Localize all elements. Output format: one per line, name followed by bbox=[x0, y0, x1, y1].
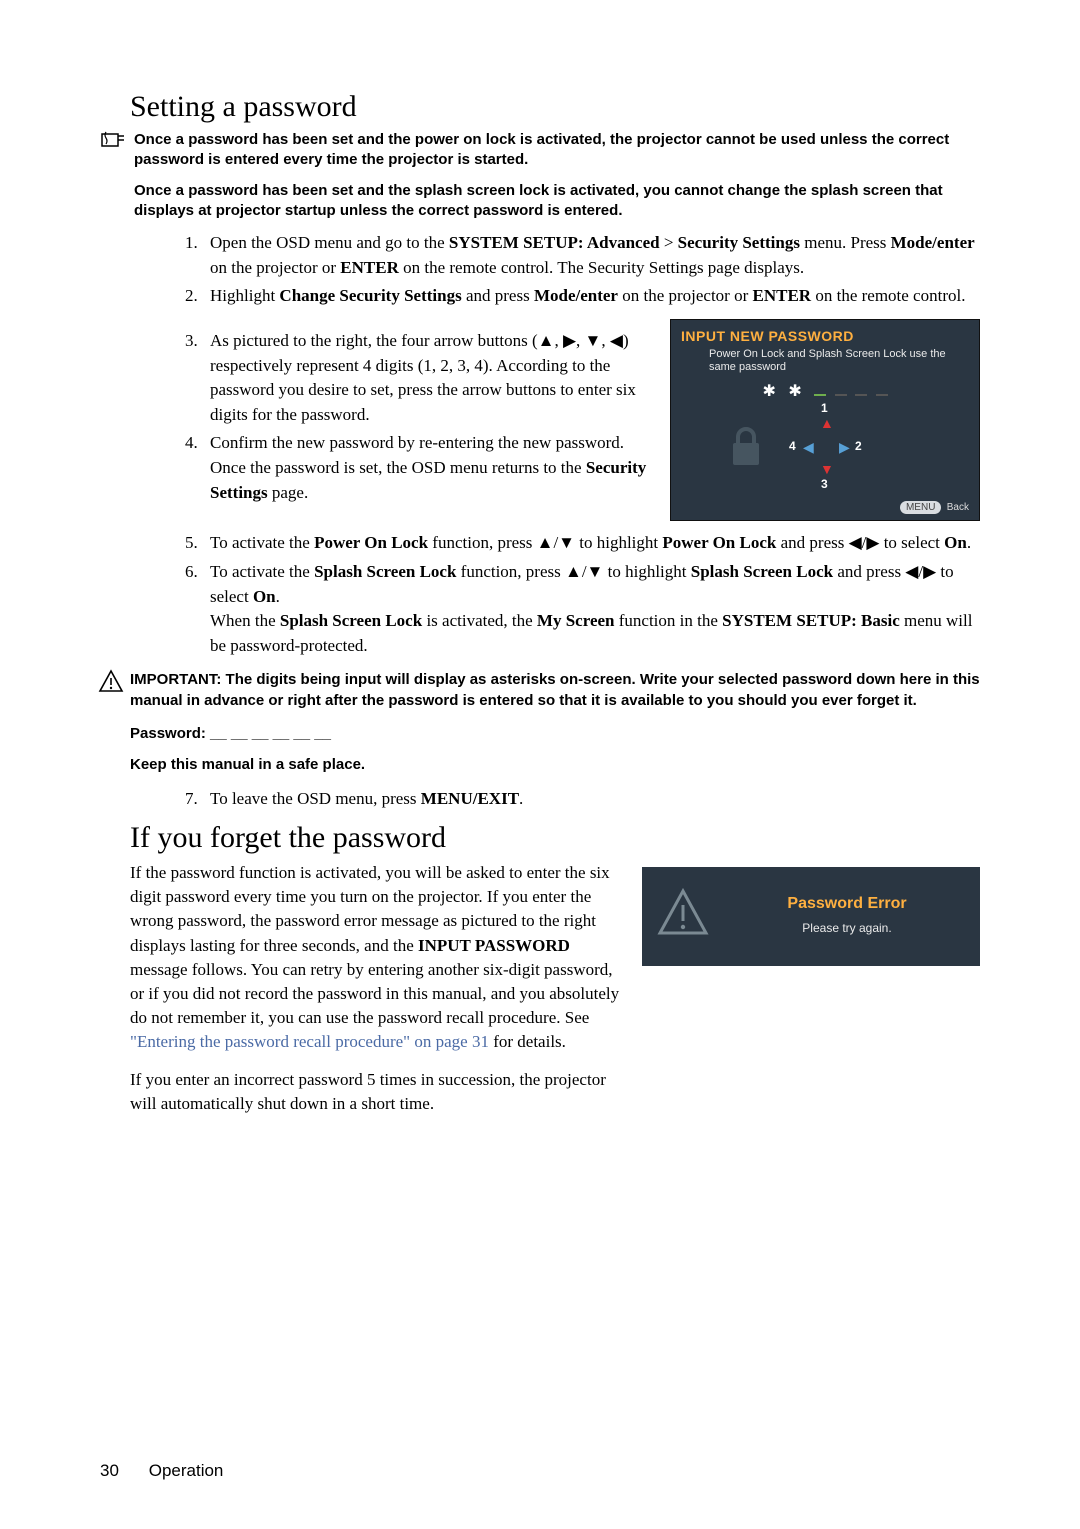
caution-icon bbox=[98, 669, 130, 698]
forget-paragraph-1: If the password function is activated, y… bbox=[130, 861, 622, 1054]
forget-paragraph-2: If you enter an incorrect password 5 tim… bbox=[130, 1068, 622, 1116]
osd-title: INPUT NEW PASSWORD bbox=[681, 328, 969, 344]
osd-password-error-figure: Password Error Please try again. bbox=[642, 867, 980, 966]
osd-back-label: Back bbox=[947, 502, 969, 513]
recall-procedure-link[interactable]: "Entering the password recall procedure"… bbox=[130, 1032, 489, 1051]
note-power-on-lock: Once a password has been set and the pow… bbox=[134, 130, 980, 171]
heading-setting-password: Setting a password bbox=[130, 90, 980, 124]
important-note: IMPORTANT: The digits being input will d… bbox=[130, 669, 980, 711]
osd-subtitle: Power On Lock and Splash Screen Lock use… bbox=[681, 348, 969, 374]
keep-manual-note: Keep this manual in a safe place. bbox=[130, 756, 980, 773]
step-3: As pictured to the right, the four arrow… bbox=[202, 329, 656, 428]
heading-forget-password: If you forget the password bbox=[130, 821, 980, 855]
step-7: To leave the OSD menu, press MENU/EXIT. bbox=[202, 787, 980, 812]
lock-icon bbox=[729, 425, 763, 472]
section-name: Operation bbox=[149, 1461, 224, 1480]
step-5: To activate the Power On Lock function, … bbox=[202, 531, 980, 556]
password-blank-line: Password: __ __ __ __ __ __ bbox=[130, 725, 980, 742]
step-1: Open the OSD menu and go to the SYSTEM S… bbox=[202, 231, 980, 280]
osd-menu-button: MENU bbox=[900, 501, 941, 514]
step-4: Confirm the new password by re-entering … bbox=[202, 431, 656, 505]
step-2: Highlight Change Security Settings and p… bbox=[202, 284, 980, 309]
error-title: Password Error bbox=[728, 895, 966, 913]
osd-password-dots: ✱ ✱ bbox=[681, 380, 969, 403]
osd-direction-pad: 1 ▲ 4 ◀ ▶ 2 ▼ 3 bbox=[765, 403, 885, 493]
error-subtitle: Please try again. bbox=[728, 921, 966, 935]
step-6: To activate the Splash Screen Lock funct… bbox=[202, 560, 980, 659]
note-icon bbox=[100, 130, 134, 150]
note-splash-lock: Once a password has been set and the spl… bbox=[134, 181, 980, 222]
osd-input-password-figure: INPUT NEW PASSWORD Power On Lock and Spl… bbox=[670, 319, 980, 521]
page-number: 30 bbox=[100, 1461, 144, 1481]
warning-triangle-icon bbox=[656, 887, 710, 942]
page-footer: 30 Operation bbox=[100, 1461, 223, 1481]
